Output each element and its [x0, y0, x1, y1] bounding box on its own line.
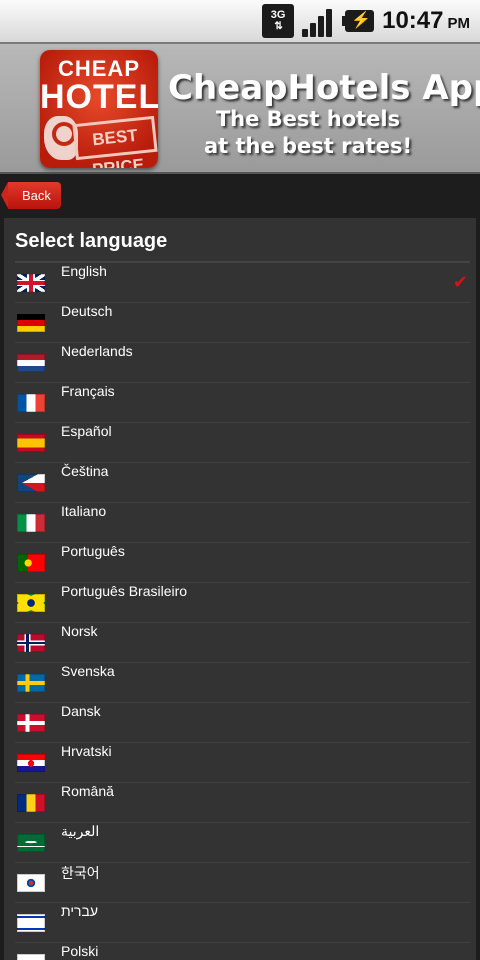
- toolbar: Back: [0, 174, 480, 218]
- brazil-flag-icon: [17, 594, 45, 612]
- romania-flag-icon: [17, 794, 45, 812]
- language-label: Español: [61, 423, 112, 439]
- language-item[interactable]: English ✔: [15, 263, 470, 303]
- israel-flag-icon: [17, 914, 45, 932]
- language-item[interactable]: 한국어: [15, 863, 470, 903]
- germany-flag-icon: [17, 314, 45, 332]
- language-panel: Select language English ✔ Deutsch Nederland…: [4, 218, 476, 960]
- language-item[interactable]: Italiano: [15, 503, 470, 543]
- network-3g-icon: 3G ⇅: [262, 4, 295, 38]
- language-item[interactable]: Română: [15, 783, 470, 823]
- language-label: Hrvatski: [61, 743, 112, 759]
- language-item[interactable]: Dansk: [15, 703, 470, 743]
- language-item[interactable]: Español: [15, 423, 470, 463]
- language-label: עברית: [61, 903, 99, 919]
- language-label: English: [61, 263, 107, 279]
- language-item[interactable]: Português Brasileiro: [15, 583, 470, 623]
- south-korea-flag-icon: [17, 874, 45, 892]
- language-item[interactable]: Nederlands: [15, 343, 470, 383]
- language-item[interactable]: עברית: [15, 903, 470, 943]
- sweden-flag-icon: [17, 674, 45, 692]
- language-label: Deutsch: [61, 303, 113, 319]
- netherlands-flag-icon: [17, 354, 45, 372]
- language-label: Čeština: [61, 463, 109, 479]
- language-item[interactable]: Polski: [15, 943, 470, 960]
- language-label: Nederlands: [61, 343, 133, 359]
- status-bar: 3G ⇅ ⚡ 10:47 PM: [0, 0, 480, 42]
- france-flag-icon: [17, 394, 45, 412]
- battery-charging-icon: ⚡: [342, 10, 375, 32]
- uk-flag-icon: [17, 274, 45, 292]
- language-item[interactable]: العربية: [15, 823, 470, 863]
- language-item[interactable]: Čeština: [15, 463, 470, 503]
- app-banner: CHEAP HOTELS BEST PRICE CheapHotels App …: [0, 42, 480, 174]
- language-label: Français: [61, 383, 115, 399]
- page-title: Select language: [15, 230, 168, 252]
- language-label: العربية: [61, 823, 100, 839]
- language-label: Română: [61, 783, 114, 799]
- poland-flag-icon: [17, 954, 45, 960]
- language-label: Português Brasileiro: [61, 583, 188, 599]
- portugal-flag-icon: [17, 554, 45, 572]
- language-item[interactable]: Hrvatski: [15, 743, 470, 783]
- language-label: Svenska: [61, 663, 115, 679]
- language-label: Português: [61, 543, 125, 559]
- saudi-arabia-flag-icon: [17, 834, 45, 852]
- language-item[interactable]: Deutsch: [15, 303, 470, 343]
- croatia-flag-icon: [17, 754, 45, 772]
- language-label: Dansk: [61, 703, 101, 719]
- denmark-flag-icon: [17, 714, 45, 732]
- signal-strength-icon: [302, 5, 334, 37]
- language-item[interactable]: Français: [15, 383, 470, 423]
- language-label: Italiano: [61, 503, 107, 519]
- norway-flag-icon: [17, 634, 45, 652]
- app-tagline: The Best hotels at the best rates!: [203, 107, 413, 158]
- italy-flag-icon: [17, 514, 45, 532]
- app-title: CheapHotels App: [168, 68, 480, 108]
- spain-flag-icon: [17, 434, 45, 452]
- language-item[interactable]: Svenska: [15, 663, 470, 703]
- language-label: 한국어: [61, 865, 100, 881]
- clock: 10:47 PM: [382, 7, 470, 34]
- language-item[interactable]: Português: [15, 543, 470, 583]
- language-list: English ✔ Deutsch Nederlands Français Español…: [15, 263, 470, 960]
- language-item[interactable]: Norsk: [15, 623, 470, 663]
- language-label: Norsk: [61, 623, 98, 639]
- checkmark-icon: ✔: [452, 272, 468, 293]
- language-label: Polski: [61, 943, 99, 959]
- app-logo: CHEAP HOTELS BEST PRICE: [40, 50, 158, 168]
- back-button[interactable]: Back: [1, 182, 61, 209]
- czech-flag-icon: [17, 474, 45, 492]
